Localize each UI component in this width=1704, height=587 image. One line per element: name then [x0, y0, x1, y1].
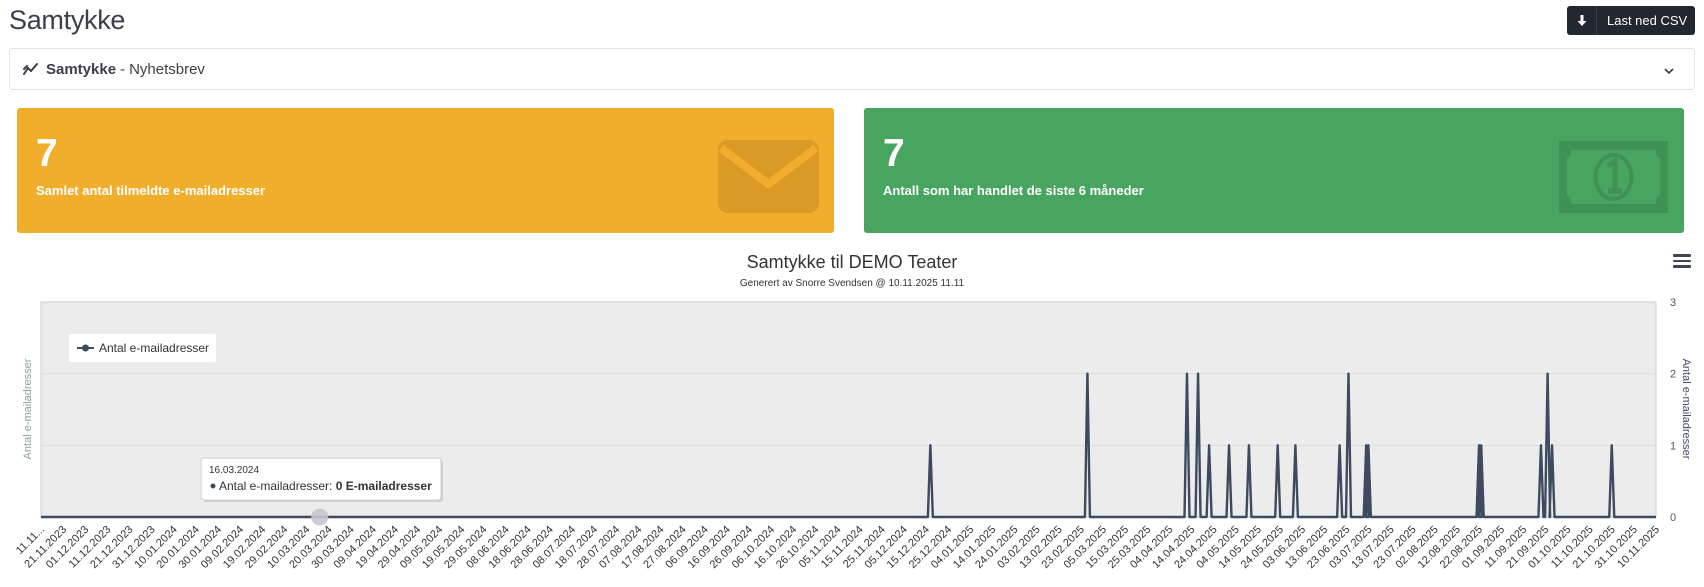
y-tick-label: 3: [1670, 297, 1676, 309]
subscribers-count: 7: [36, 132, 58, 175]
buyers-caption: Antall som har handlet de siste 6 månede…: [883, 183, 1144, 198]
hover-marker: [311, 508, 329, 526]
chart-subtitle: Generert av Snorre Svendsen @ 10.11.2025…: [740, 278, 965, 289]
y-axis-title-right: Antal e-mailadresser: [1680, 359, 1692, 460]
y-tick-label: 1: [1670, 440, 1676, 452]
y-tick-label: 0: [1670, 512, 1676, 524]
tooltip-date: 16.03.2024: [209, 465, 259, 476]
legend-marker: [82, 344, 89, 352]
tooltip-text: Antal e-mailadresser: 0 E-mailadresser: [219, 479, 432, 493]
chart-menu-icon[interactable]: [1673, 254, 1691, 270]
chart-title: Samtykke til DEMO Teater: [747, 252, 958, 272]
consent-line-chart: Samtykke til DEMO Teater Generert av Snor…: [14, 252, 1692, 571]
envelope-icon: [718, 140, 819, 213]
consent-type-dropdown[interactable]: Samtykke - Nyhetsbrev: [9, 48, 1695, 90]
tooltip-marker: [210, 483, 216, 489]
subscribers-caption: Samlet antal tilmeldte e-mailadresser: [36, 183, 266, 198]
buyers-count: 7: [883, 132, 905, 175]
y-tick-label: 2: [1670, 369, 1676, 381]
trend-icon: [23, 62, 39, 76]
money-bill-icon: [1559, 141, 1668, 213]
subscribers-card: 7 Samlet antal tilmeldte e-mailadresser: [17, 108, 834, 233]
y-axis-title-left: Antal e-mailadresser: [22, 358, 34, 459]
dropdown-title: Samtykke: [46, 60, 117, 78]
buyers-card: 7 Antall som har handlet de siste 6 måne…: [864, 108, 1684, 233]
page-title: Samtykke: [9, 5, 126, 35]
chevron-down-icon: [1664, 63, 1674, 80]
download-csv-button[interactable]: Last ned CSV: [1567, 6, 1695, 35]
download-arrow-icon: [1567, 6, 1597, 35]
dropdown-separator: -: [120, 60, 126, 78]
legend-label: Antal e-mailadresser: [99, 341, 209, 355]
download-csv-label: Last ned CSV: [1607, 13, 1688, 28]
dropdown-subtitle: Nyhetsbrev: [129, 60, 205, 78]
